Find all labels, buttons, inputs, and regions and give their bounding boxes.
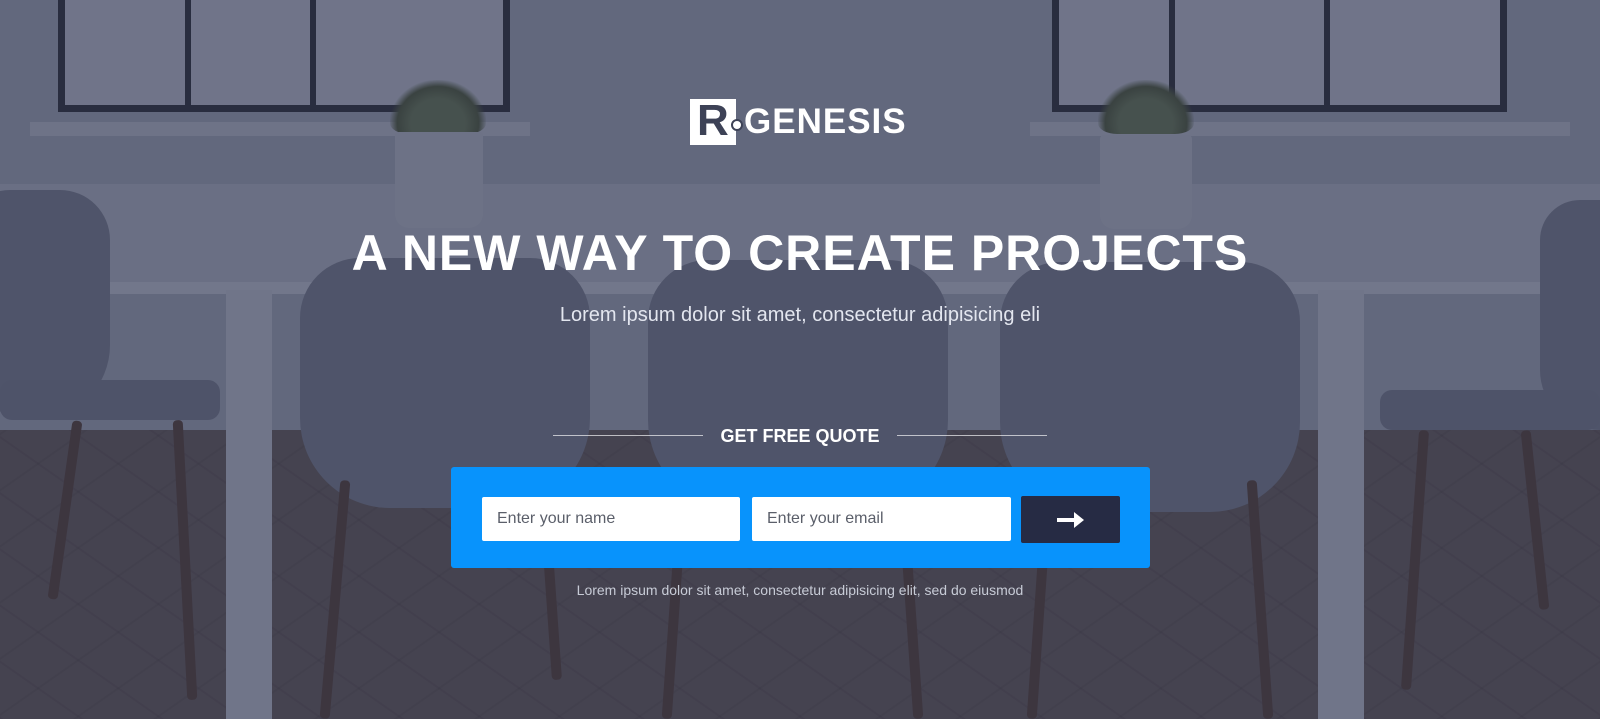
logo-icon: R: [690, 96, 743, 145]
email-input[interactable]: [752, 497, 1011, 541]
submit-button[interactable]: [1021, 496, 1120, 543]
form-footnote: Lorem ipsum dolor sit amet, consectetur …: [576, 582, 1024, 598]
logo-mark-letter: R: [697, 96, 729, 145]
quote-title: GET FREE QUOTE: [720, 426, 880, 446]
divider-right: [897, 435, 1047, 436]
logo-name: GENESIS: [744, 102, 907, 141]
hero-subtitle: Lorem ipsum dolor sit amet, consectetur …: [559, 304, 1041, 326]
name-input[interactable]: [482, 497, 740, 541]
brand-logo[interactable]: R GENESIS: [690, 96, 910, 145]
quote-form: [451, 467, 1150, 568]
hero-headline: A NEW WAY TO CREATE PROJECTS: [351, 225, 1249, 281]
arrow-right-icon: [1056, 511, 1084, 528]
